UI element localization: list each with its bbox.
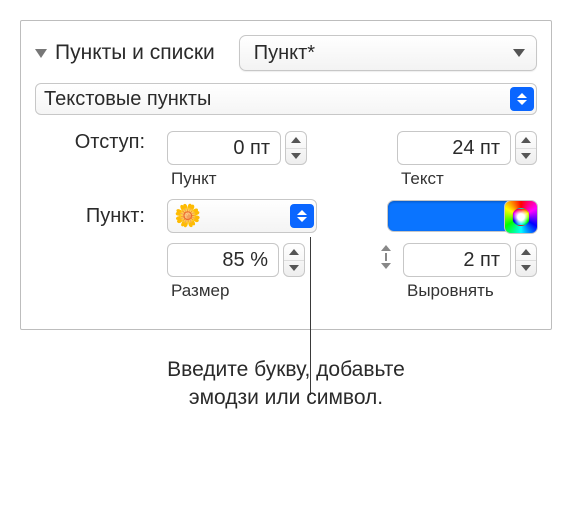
text-indent-stepper[interactable]: [515, 131, 537, 165]
align-field[interactable]: 2 пт: [403, 243, 511, 277]
section-title: Пункты и списки: [55, 41, 215, 65]
bullet-color-well[interactable]: [387, 200, 537, 232]
bullet-character-popup[interactable]: 🌼: [167, 199, 317, 233]
bullet-type-value: Текстовые пункты: [36, 88, 508, 111]
color-wheel-icon[interactable]: [504, 200, 538, 234]
bullets-lists-panel: Пункты и списки Пункт* Текстовые пункты …: [20, 20, 552, 330]
section-header: Пункты и списки Пункт*: [35, 35, 537, 71]
text-indent-sublabel: Текст: [401, 169, 444, 189]
updown-icon: [290, 204, 314, 228]
bullet-indent-stepper[interactable]: [285, 131, 307, 165]
bullet-indent-sublabel: Пункт: [171, 169, 217, 189]
bullet-character-value: 🌼: [168, 203, 288, 229]
chevron-down-icon: [512, 49, 526, 57]
list-style-dropdown[interactable]: Пункт*: [239, 35, 537, 71]
bullet-label: Пункт:: [35, 205, 145, 228]
align-stepper[interactable]: [515, 243, 537, 277]
list-style-value: Пункт*: [254, 42, 315, 65]
text-indent-field[interactable]: 24 пт: [397, 131, 511, 165]
disclosure-triangle-icon[interactable]: [35, 49, 47, 58]
updown-icon: [510, 87, 534, 111]
callout-text: Введите букву, добавьте эмодзи или симво…: [20, 356, 552, 413]
vertical-align-icon: [375, 243, 397, 271]
bullet-indent-field[interactable]: 0 пт: [167, 131, 281, 165]
align-sublabel: Выровнять: [407, 281, 494, 301]
size-sublabel: Размер: [171, 281, 229, 301]
bullet-type-popup[interactable]: Текстовые пункты: [35, 83, 537, 115]
size-stepper[interactable]: [283, 243, 305, 277]
size-field[interactable]: 85 %: [167, 243, 279, 277]
indent-label: Отступ:: [35, 131, 145, 154]
